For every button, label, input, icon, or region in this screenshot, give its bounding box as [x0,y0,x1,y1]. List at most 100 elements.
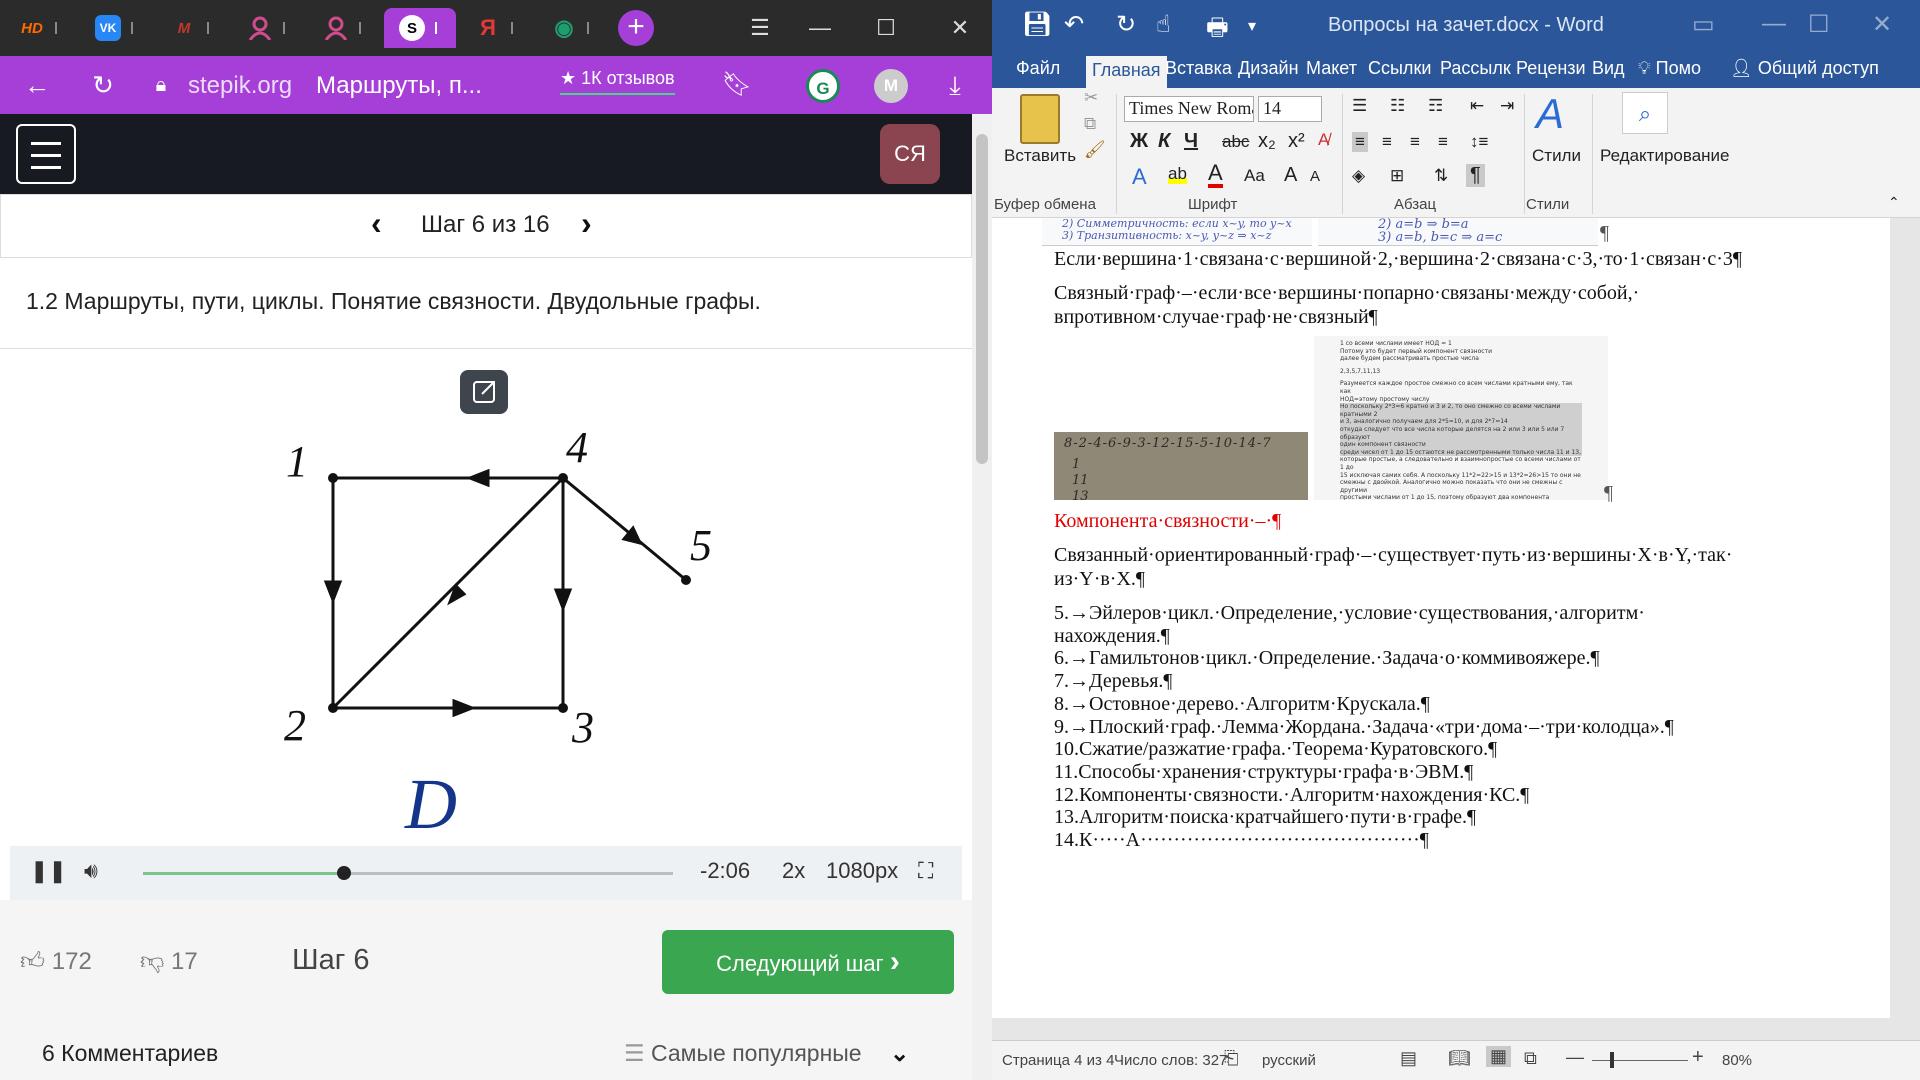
reload-icon[interactable]: ↻ [86,68,120,102]
zoom-in-icon[interactable]: + [1692,1046,1704,1069]
speed-button[interactable]: 2x [782,858,805,884]
change-case-button[interactable]: Aa [1244,166,1265,186]
user-avatar[interactable]: СЯ [880,124,940,184]
focus-mode-icon[interactable]: ▤ [1400,1048,1417,1069]
tab-profile-1[interactable] [232,8,304,48]
new-tab-button[interactable]: + [618,10,654,46]
bold-button[interactable]: Ж [1130,130,1148,153]
paragraph-4-line-2[interactable]: из·Y·в·X.¶ [1054,568,1145,591]
font-color-icon[interactable]: A [1208,162,1223,188]
highlight-icon[interactable]: ab [1168,164,1187,184]
numbering-icon[interactable]: ☷ [1390,96,1405,116]
align-left-icon[interactable]: ≡ [1352,132,1368,152]
reviews-badge[interactable]: ★ 1К отзывов [560,68,675,95]
question-list-item[interactable]: 9.→Плоский·граф.·Лемма·Жордана.·Задача·«… [1054,716,1674,739]
grow-font-icon[interactable]: A [1284,164,1297,187]
close-icon[interactable]: ✕ [1872,10,1892,39]
format-painter-icon[interactable]: 🖌︎ [1084,140,1106,160]
question-list-item[interactable]: 5.→Эйлеров·цикл.·Определение,·условие·су… [1054,602,1645,625]
strikethrough-button[interactable]: abc [1222,132,1249,152]
handwriting-photo[interactable]: 8-2-4-6-9-3-12-15-5-10-14-7 1 11 13 [1054,432,1308,500]
question-list-item[interactable]: 6.→Гамильтонов·цикл.·Определение.·Задача… [1054,647,1600,670]
tab-vk[interactable]: VK [80,8,152,48]
sort-icon[interactable]: ⇅ [1434,166,1448,186]
word-count[interactable]: Число слов: 327 [1114,1052,1227,1069]
question-list-item[interactable]: нахождения.¶ [1054,625,1170,648]
proofing-icon[interactable]: ⎗ [1224,1048,1238,1069]
question-list-item[interactable]: 10.Сжатие/разжатие·графа.·Теорема·Курато… [1054,738,1497,761]
align-center-icon[interactable]: ≡ [1382,132,1392,152]
tab-hdrezka[interactable]: HD [4,8,76,48]
web-layout-icon[interactable]: ⧉ [1524,1048,1537,1069]
language-indicator[interactable]: русский [1262,1052,1316,1069]
document-page[interactable]: 2) Симметричность: если x~y, то y~x 3) Тр… [992,218,1890,1018]
video-player[interactable]: 1 4 5 2 3 D ❚❚ 🔊︎ -2:06 2x 1080px ⛶ [0,350,972,900]
line-spacing-icon[interactable]: ↕≡ [1470,132,1488,152]
tab-stepik[interactable]: S [384,8,456,48]
fullscreen-icon[interactable]: ⛶ [918,858,933,884]
zoom-slider[interactable] [1592,1060,1688,1061]
tab-review[interactable]: Рецензи [1516,58,1586,79]
paragraph-2-line-1[interactable]: Связный·граф·–·если·все·вершины·попарно·… [1054,282,1639,305]
download-icon[interactable]: ⤓ [938,68,972,102]
save-icon[interactable]: 💾︎ [1022,10,1052,39]
lock-icon[interactable]: 🔒︎ [144,68,178,102]
page-indicator[interactable]: Страница 4 из 4 [1002,1052,1114,1069]
dislike-button[interactable]: 👎︎ 17 [140,948,198,976]
text-effects-icon[interactable]: A [1132,164,1147,190]
redo-icon[interactable]: ↻ [1116,10,1136,39]
page-scrollbar[interactable] [972,114,992,1080]
like-button[interactable]: 👍︎ 172 [20,948,92,976]
tab-mark[interactable]: M [156,8,228,48]
extension-icon[interactable]: G [806,69,840,103]
seek-knob[interactable] [337,866,352,880]
tab-yandex[interactable]: Я [460,8,532,48]
solution-screenshot[interactable]: 1 со всеми числами имеет НОД = 1 Потому э… [1314,336,1608,500]
print-layout-icon[interactable]: ▦ [1486,1046,1512,1067]
increase-indent-icon[interactable]: ⇥ [1500,96,1514,116]
notes-image-left[interactable]: 2) Симметричность: если x~y, то y~x 3) Тр… [1042,218,1312,246]
back-arrow-icon[interactable]: ← [20,68,54,102]
decrease-indent-icon[interactable]: ⇤ [1470,96,1484,116]
question-list-item[interactable]: 7.→Деревья.¶ [1054,670,1172,693]
tab-file[interactable]: Файл [1016,58,1060,79]
question-list-item[interactable]: 14.К·····А······························… [1054,829,1429,852]
tab-layout[interactable]: Макет [1306,58,1357,79]
comments-sort[interactable]: ☰ Самые популярные ⌄ [624,1040,909,1067]
paragraph-4-line-1[interactable]: Связанный·ориентированный·граф·–·существ… [1054,544,1732,567]
cut-icon[interactable]: ✂ [1084,88,1098,108]
question-list-item[interactable]: 11.Способы·хранения·структуры·графа·в·ЭВ… [1054,761,1473,784]
customize-qa-icon[interactable]: ▾ [1248,16,1256,36]
find-icon[interactable]: ⌕ [1622,92,1668,134]
italic-button[interactable]: К [1158,130,1170,153]
shading-icon[interactable]: ◈ [1352,166,1365,186]
zoom-out-icon[interactable]: — [1566,1047,1584,1068]
question-list-item[interactable]: 12.Компоненты·связности.·Алгоритм·нахожд… [1054,784,1529,807]
styles-icon[interactable]: A [1536,90,1564,138]
notes-image-right[interactable]: 2) a=b ⇒ b=a 3) a=b, b=c ⇒ a=c [1318,218,1598,246]
tab-view[interactable]: Вид [1592,58,1625,79]
close-icon[interactable]: ✕ [940,10,980,46]
superscript-icon[interactable]: x² [1288,130,1305,153]
font-name-select[interactable]: Times New Roman [1124,96,1254,122]
paragraph-2-line-2[interactable]: впротивном·случае·граф·не·связный¶ [1054,306,1378,329]
multilevel-list-icon[interactable]: ☶ [1428,96,1443,116]
quality-button[interactable]: 1080px [826,858,898,884]
maximize-icon[interactable]: ☐ [1808,10,1830,39]
bookmark-icon[interactable]: 🔖︎ [720,68,754,102]
share-button[interactable]: 👤︎ Общий доступ [1730,58,1879,79]
copy-icon[interactable]: ⧉ [1084,114,1096,134]
subscript-icon[interactable]: x₂ [1258,130,1276,153]
tab-home[interactable]: Главная [1086,56,1167,88]
document-scrollbar[interactable] [1900,218,1920,1018]
touch-mode-icon[interactable]: ☝︎ [1156,10,1171,39]
profile-avatar[interactable]: M [874,69,908,103]
seek-bar[interactable] [143,866,673,880]
volume-icon[interactable]: 🔊︎ [84,858,98,884]
tab-profile-2[interactable] [308,8,380,48]
paste-button[interactable]: Вставить [1004,146,1076,166]
styles-button[interactable]: Стили [1532,146,1581,166]
tab-mailings[interactable]: Рассылк [1440,58,1511,79]
tab-references[interactable]: Ссылки [1368,58,1431,79]
justify-icon[interactable]: ≡ [1438,132,1448,152]
